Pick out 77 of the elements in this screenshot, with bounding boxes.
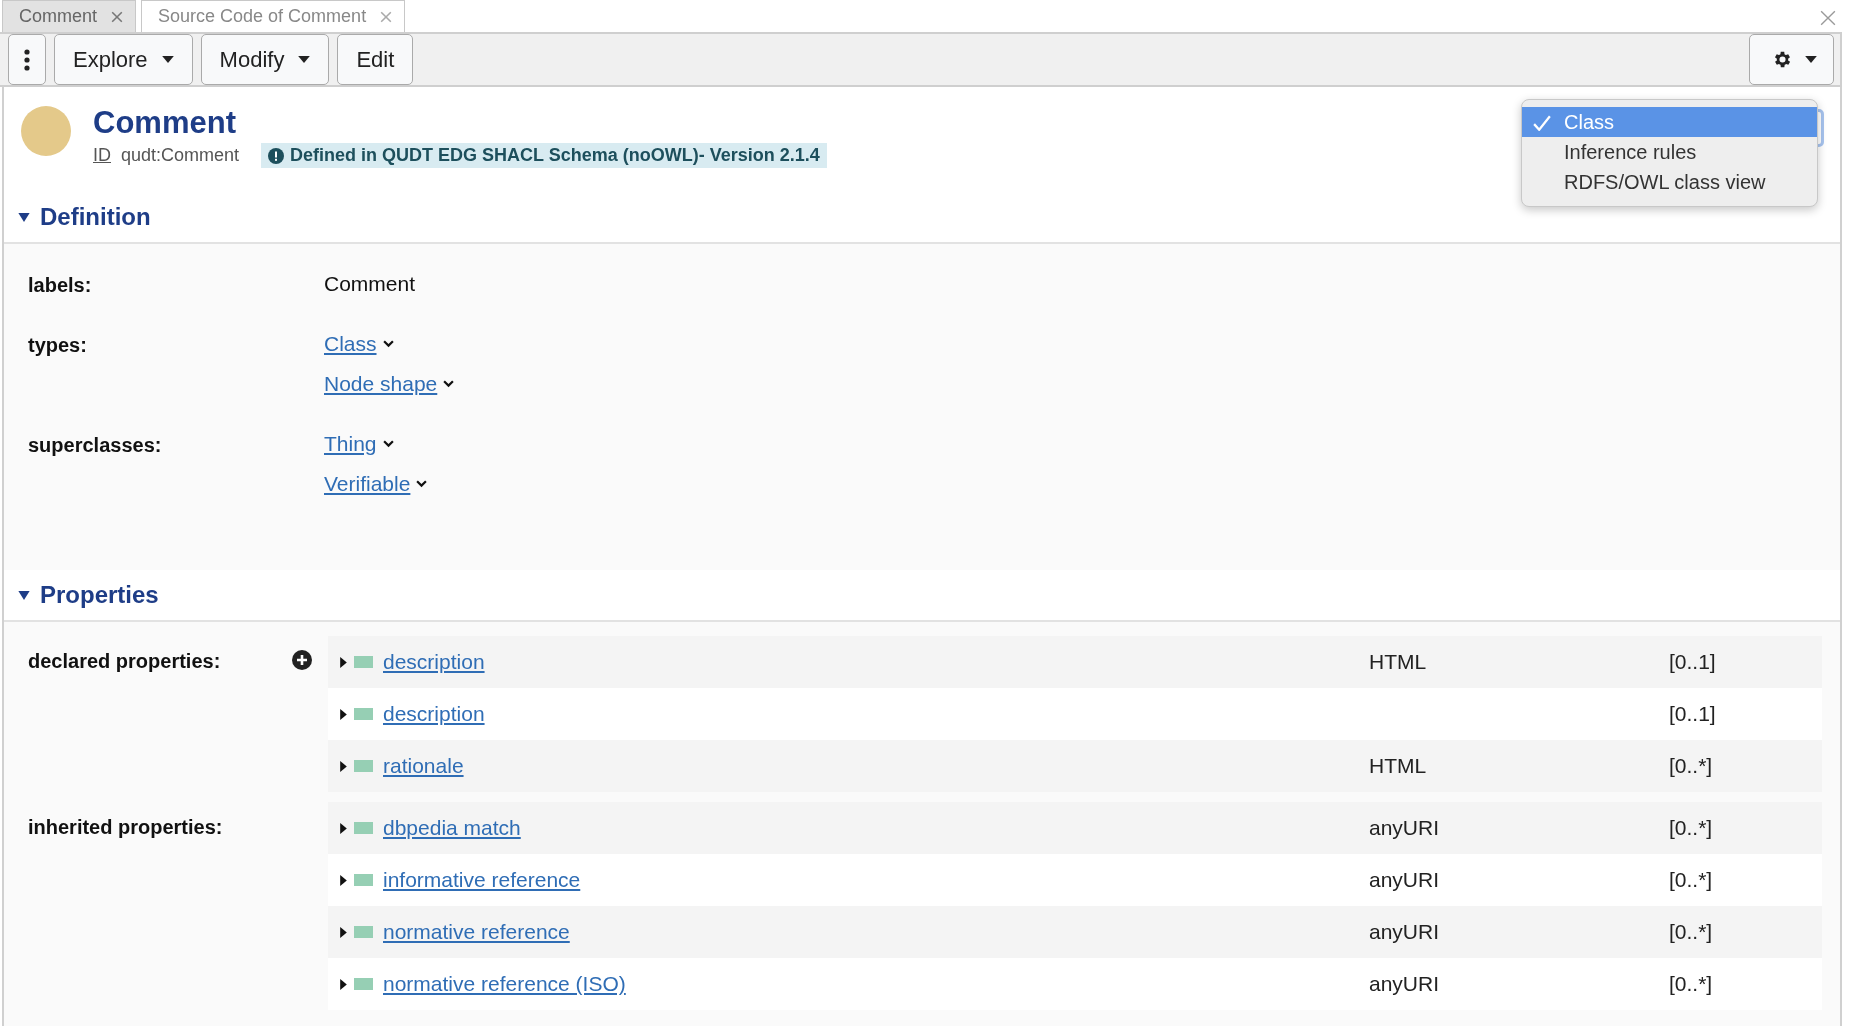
property-link[interactable]: normative reference (ISO) (383, 972, 1369, 996)
property-type: anyURI (1369, 972, 1440, 995)
id-label: ID (93, 145, 111, 166)
close-icon[interactable] (111, 10, 124, 23)
resource-title: Comment (93, 105, 237, 141)
kebab-icon (24, 48, 30, 71)
caret-icon (1805, 56, 1817, 63)
property-icon (354, 874, 373, 886)
property-link[interactable]: rationale (383, 754, 1369, 778)
menu-button[interactable]: Modify (200, 34, 330, 85)
property-type: anyURI (1369, 868, 1440, 891)
expand-icon[interactable] (340, 656, 347, 668)
property-link[interactable]: informative reference (383, 868, 1369, 892)
cardinality: [0..1] (1669, 702, 1716, 726)
property-icon (354, 822, 373, 834)
property-link[interactable]: description (383, 702, 1369, 726)
check-icon (1533, 115, 1551, 131)
property-icon (354, 708, 373, 720)
chevron-down-icon[interactable] (443, 380, 455, 388)
menu-button[interactable]: Explore (54, 34, 193, 85)
group-label: inherited properties: (28, 815, 224, 840)
expand-icon[interactable] (340, 926, 347, 938)
cardinality: [0..*] (1669, 816, 1713, 840)
property-link[interactable]: dbpedia match (383, 816, 1369, 840)
expand-icon[interactable] (340, 708, 347, 720)
expand-icon[interactable] (340, 978, 347, 990)
tab[interactable]: Comment (2, 0, 137, 32)
menu-item[interactable]: RDFS/OWL class view (1522, 167, 1817, 197)
cardinality: [0..1] (1669, 650, 1716, 674)
edit-button[interactable]: Edit (337, 34, 414, 85)
caret-icon (161, 56, 174, 63)
property-link[interactable]: normative reference (383, 920, 1369, 944)
field-label: types: (28, 333, 88, 358)
expand-icon[interactable] (340, 760, 347, 772)
cardinality: [0..*] (1669, 868, 1713, 892)
more-menu-button[interactable] (8, 34, 46, 85)
tab[interactable]: Source Code of Comment (141, 0, 406, 32)
expand-icon[interactable] (340, 822, 347, 834)
field-label: labels: (28, 273, 93, 298)
property-icon (354, 656, 373, 668)
value-link[interactable]: Verifiable (324, 472, 411, 496)
gear-icon (1772, 49, 1793, 70)
settings-button[interactable] (1749, 34, 1834, 85)
chevron-down-icon[interactable] (382, 440, 394, 448)
field-value: Comment (324, 272, 416, 296)
chevron-down-icon[interactable] (416, 480, 428, 488)
info-icon (268, 147, 285, 164)
property-link[interactable]: description (383, 650, 1369, 674)
close-icon[interactable] (1820, 10, 1836, 26)
chevron-down-icon[interactable] (382, 340, 394, 348)
cardinality: [0..*] (1669, 972, 1713, 996)
class-icon (21, 106, 71, 156)
value-link[interactable]: Thing (324, 432, 377, 456)
expand-icon[interactable] (340, 874, 347, 886)
property-type: anyURI (1369, 920, 1440, 943)
value-link[interactable]: Class (324, 332, 377, 356)
collapse-icon[interactable] (18, 212, 30, 222)
menu-item[interactable]: Class (1522, 107, 1817, 137)
section-title[interactable]: Definition (40, 203, 151, 231)
property-icon (354, 926, 373, 938)
section-title[interactable]: Properties (40, 581, 159, 609)
cardinality: [0..*] (1669, 920, 1713, 944)
collapse-icon[interactable] (18, 590, 30, 600)
property-type: HTML (1369, 650, 1427, 673)
property-icon (354, 978, 373, 990)
caret-icon (298, 56, 311, 63)
property-type: anyURI (1369, 816, 1440, 839)
group-label: declared properties: (28, 649, 222, 674)
value-link[interactable]: Node shape (324, 372, 438, 396)
field-label: superclasses: (28, 433, 163, 458)
menu-item[interactable]: Inference rules (1522, 137, 1817, 167)
resource-id: qudt:Comment (121, 145, 240, 166)
add-icon[interactable] (292, 650, 312, 670)
cardinality: [0..*] (1669, 754, 1713, 778)
notice-text: Defined in QUDT EDG SHACL Schema (noOWL)- Version 2.1.4 (290, 145, 820, 166)
property-type: HTML (1369, 754, 1427, 777)
property-icon (354, 760, 373, 772)
